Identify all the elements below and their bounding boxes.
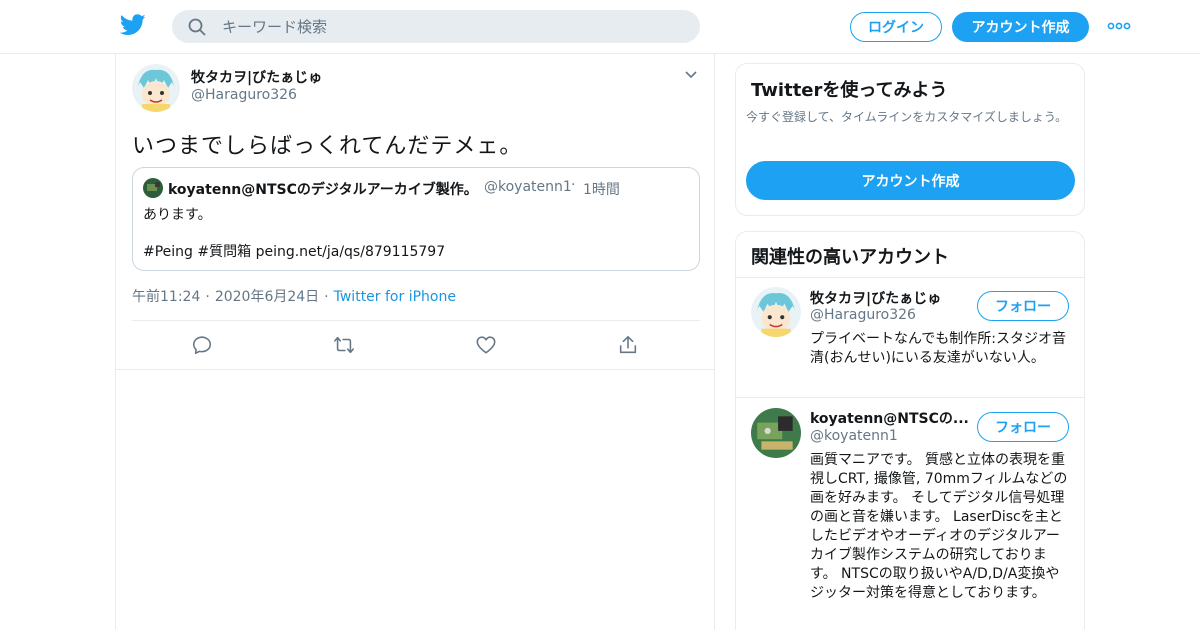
account-handle[interactable]: @koyatenn1 <box>810 428 898 444</box>
account-bio: 画質マニアです。 質感と立体の表現を重視しCRT, 撮像管, 70mmフィルムな… <box>810 452 1068 601</box>
like-icon[interactable] <box>475 334 497 356</box>
twitter-bird-icon[interactable] <box>120 14 146 36</box>
search-input[interactable] <box>222 10 682 43</box>
quoted-text-line: #Peing #質問箱 peing.net/ja/qs/879115797 <box>143 244 446 260</box>
create-account-button[interactable]: アカウント作成 <box>746 161 1075 200</box>
follow-button[interactable]: フォロー <box>977 412 1069 442</box>
related-accounts-title: 関連性の高いアカウント <box>751 247 949 268</box>
signup-button[interactable]: アカウント作成 <box>952 12 1089 42</box>
signup-prompt-card: Twitterを使ってみよう 今すぐ登録して、タイムラインをカスタマイズしましょ… <box>735 63 1085 216</box>
reply-icon[interactable] <box>191 334 213 356</box>
chevron-down-icon[interactable] <box>684 70 698 80</box>
author-handle[interactable]: @Haraguro326 <box>191 87 297 103</box>
account-bio: プライベートなんでも制作所:スタジオ音清(おんせい)にいる友達がいない人。 <box>810 331 1067 366</box>
signup-card-title: Twitterを使ってみよう <box>751 80 948 101</box>
divider <box>736 397 1084 398</box>
tweet-metadata: 午前11:24 · 2020年6月24日 · Twitter for iPhone <box>132 286 456 306</box>
account-avatar[interactable] <box>751 408 801 458</box>
search-box[interactable] <box>172 10 700 43</box>
account-avatar[interactable] <box>751 287 801 337</box>
magnifier-icon <box>188 18 206 36</box>
tweet-time[interactable]: 午前11:24 <box>132 289 200 305</box>
divider <box>736 277 1084 278</box>
account-name[interactable]: 牧タカヲ|びたぁじゅ <box>810 288 941 308</box>
quoted-text-line: あります。 <box>143 207 212 223</box>
quoted-timestamp: 1時間 <box>583 182 620 198</box>
login-button[interactable]: ログイン <box>850 12 942 42</box>
author-avatar[interactable] <box>132 64 180 112</box>
tweet-detail: 牧タカヲ|びたぁじゅ @Haraguro326 いつまでしらばっくれてんだテメェ… <box>116 54 714 370</box>
separator-dot: · <box>571 177 576 193</box>
related-accounts-card: 関連性の高いアカウント 牧タカヲ|びたぁじゅ @Haraguro326 フォロー… <box>735 231 1085 630</box>
tweet-date[interactable]: 2020年6月24日 <box>215 289 319 305</box>
quoted-author-name: koyatenn@NTSCのデジタルアーカイブ製作。 <box>168 182 478 198</box>
divider <box>132 320 700 321</box>
separator-dot: · <box>324 289 329 305</box>
quoted-tweet[interactable]: koyatenn@NTSCのデジタルアーカイブ製作。 @koyatenn1 · … <box>132 167 700 271</box>
retweet-icon[interactable] <box>333 334 355 356</box>
quoted-author-handle: @koyatenn1 <box>484 179 572 195</box>
account-handle[interactable]: @Haraguro326 <box>810 307 916 323</box>
signup-card-description: 今すぐ登録して、タイムラインをカスタマイズしましょう。 <box>746 110 1068 124</box>
account-name[interactable]: koyatenn@NTSCの... <box>810 408 969 428</box>
share-icon[interactable] <box>617 334 639 356</box>
tweet-text: いつまでしらばっくれてんだテメェ。 <box>132 134 523 159</box>
author-name[interactable]: 牧タカヲ|びたぁじゅ <box>191 67 322 87</box>
tweet-source-link[interactable]: Twitter for iPhone <box>334 289 456 305</box>
quoted-author-avatar <box>143 178 163 198</box>
top-navigation-bar: ログイン アカウント作成 <box>0 0 1200 54</box>
more-dots-icon[interactable] <box>1106 18 1132 34</box>
follow-button[interactable]: フォロー <box>977 291 1069 321</box>
separator-dot: · <box>205 289 210 305</box>
main-timeline-column: 牧タカヲ|びたぁじゅ @Haraguro326 いつまでしらばっくれてんだテメェ… <box>115 54 715 630</box>
